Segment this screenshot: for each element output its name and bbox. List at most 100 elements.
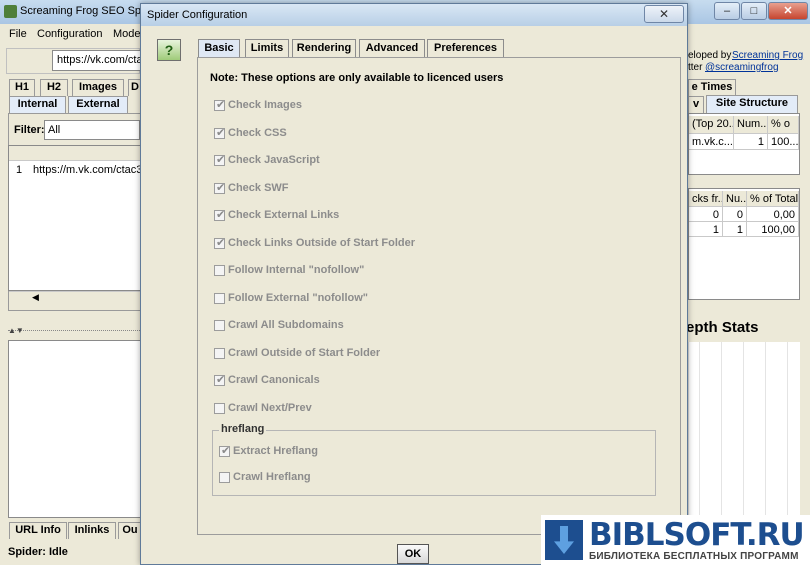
basic-tab-panel: Note: These options are only available t… [197,57,681,535]
option-label: Check JavaScript [228,154,320,166]
option-label: Check External Links [228,209,340,221]
table-cell: 1 [723,222,747,237]
col-header: Num... [734,116,768,134]
tab-outlinks[interactable]: Ou [118,522,142,539]
checkbox[interactable]: ✔ [214,209,225,221]
option-label: Check Links Outside of Start Folder [228,237,416,249]
table-cell: 0 [723,207,747,222]
menu-configuration[interactable]: Configuration [37,28,102,40]
dialog-close-icon[interactable]: ✕ [644,5,684,23]
checkbox[interactable]: ✔ [219,445,231,457]
watermark: BIBLSOFT.RU БИБЛИОТЕКА БЕСПЛАТНЫХ ПРОГРА… [541,515,810,565]
watermark-title: BIBLSOFT.RU [589,517,805,553]
check-icon: ✔ [216,99,226,111]
check-icon: ✔ [216,154,226,166]
col-header: cks fr... [689,191,723,207]
option-label: Follow External "nofollow" [228,292,368,304]
status-bar: Spider: Idle [0,541,150,565]
licence-note: Note: These options are only available t… [210,72,504,84]
url-input[interactable]: https://vk.com/ctac [52,50,142,71]
tab-response-times[interactable]: e Times [688,79,736,96]
option-label: Follow Internal "nofollow" [228,264,365,276]
row-url[interactable]: https://m.vk.com/ctac38 [33,164,141,176]
checkbox[interactable]: ✔ [214,374,226,386]
details-panel [8,340,142,518]
tab-overview[interactable]: v [688,96,704,113]
depth-table: cks fr... Nu... % of Total 0 0 0,00 1 1 … [688,188,800,300]
close-icon[interactable]: ✕ [768,2,808,20]
option-label: Check Images [228,99,302,111]
watermark-subtitle: БИБЛИОТЕКА БЕСПЛАТНЫХ ПРОГРАММ [589,551,799,562]
check-icon: ✔ [216,237,226,249]
dialog-title-bar: Spider Configuration ✕ [141,4,687,26]
checkbox[interactable] [214,403,225,414]
minimize-icon[interactable]: – [714,2,740,20]
hreflang-legend: hreflang [219,423,267,435]
checkbox[interactable]: ✔ [214,99,226,111]
check-icon: ✔ [216,182,226,194]
maximize-icon[interactable]: □ [741,2,767,20]
splitter-arrows-icon[interactable]: ▲▼ [8,326,24,335]
tab-url-info[interactable]: URL Info [9,522,67,539]
tab-site-structure[interactable]: Site Structure [706,95,798,113]
checkbox[interactable] [214,320,225,331]
tab-limits[interactable]: Limits [245,39,289,57]
checkbox[interactable] [219,472,230,483]
dialog-title: Spider Configuration [147,9,248,21]
checkbox[interactable]: ✔ [214,237,226,249]
structure-table: (Top 20... Num... % o m.vk.c... 1 100... [688,113,800,175]
option-label: Crawl All Subdomains [228,319,344,331]
help-button[interactable]: ? [157,39,181,61]
hreflang-group: hreflang ✔ Extract Hreflang Crawl Hrefla… [212,423,656,496]
row-index: 1 [16,164,23,176]
ok-button[interactable]: OK [397,544,429,564]
col-header: % of Total [747,191,799,207]
gridline [699,342,700,517]
checkbox[interactable] [214,293,225,304]
tab-basic[interactable]: Basic [198,39,240,58]
table-cell: 100... [768,134,799,150]
table-cell: 1 [689,222,723,237]
tab-h2[interactable]: H2 [40,79,68,96]
tab-images[interactable]: Images [72,79,124,96]
tab-inlinks[interactable]: Inlinks [68,522,116,539]
url-table-header [9,146,141,161]
twitter-link[interactable]: @screamingfrog [705,62,779,73]
tab-h1[interactable]: H1 [9,79,35,96]
gridline [765,342,766,517]
option-label: Check SWF [228,182,289,194]
option-label: Crawl Next/Prev [228,402,312,414]
twitter-text: tter [688,62,703,73]
check-icon: ✔ [216,127,226,139]
depth-stats-title: epth Stats [686,319,759,336]
option-label: Check CSS [228,127,287,139]
menu-file[interactable]: File [9,28,27,40]
filter-label: Filter: [14,124,45,136]
checkbox[interactable]: ✔ [214,127,226,139]
filter-select[interactable]: All [44,120,140,140]
checkbox[interactable] [214,348,225,359]
checkbox[interactable]: ✔ [214,154,226,166]
col-header: (Top 20... [689,116,734,134]
table-cell: 100,00 [747,222,799,237]
splitter[interactable] [8,330,142,334]
scroll-left-icon[interactable]: ◀ [32,292,39,303]
gridline [787,342,788,517]
checkbox[interactable] [214,265,225,276]
tab-preferences[interactable]: Preferences [427,39,504,57]
option-label: Extract Hreflang [233,445,318,457]
tab-rendering[interactable]: Rendering [292,39,356,57]
tab-advanced[interactable]: Advanced [359,39,425,57]
tab-external[interactable]: External [68,96,128,113]
checkbox[interactable]: ✔ [214,182,226,194]
tab-internal[interactable]: Internal [9,96,66,113]
check-icon: ✔ [216,374,226,386]
horizontal-scrollbar[interactable] [9,291,141,305]
check-icon: ✔ [221,445,231,457]
table-cell: 1 [734,134,768,150]
menu-mode[interactable]: Mode [113,28,141,40]
app-frog-icon [4,5,17,18]
screaming-frog-link[interactable]: Screaming Frog [732,50,803,61]
developed-by-text: eloped by [688,50,732,61]
gridline [743,342,744,517]
